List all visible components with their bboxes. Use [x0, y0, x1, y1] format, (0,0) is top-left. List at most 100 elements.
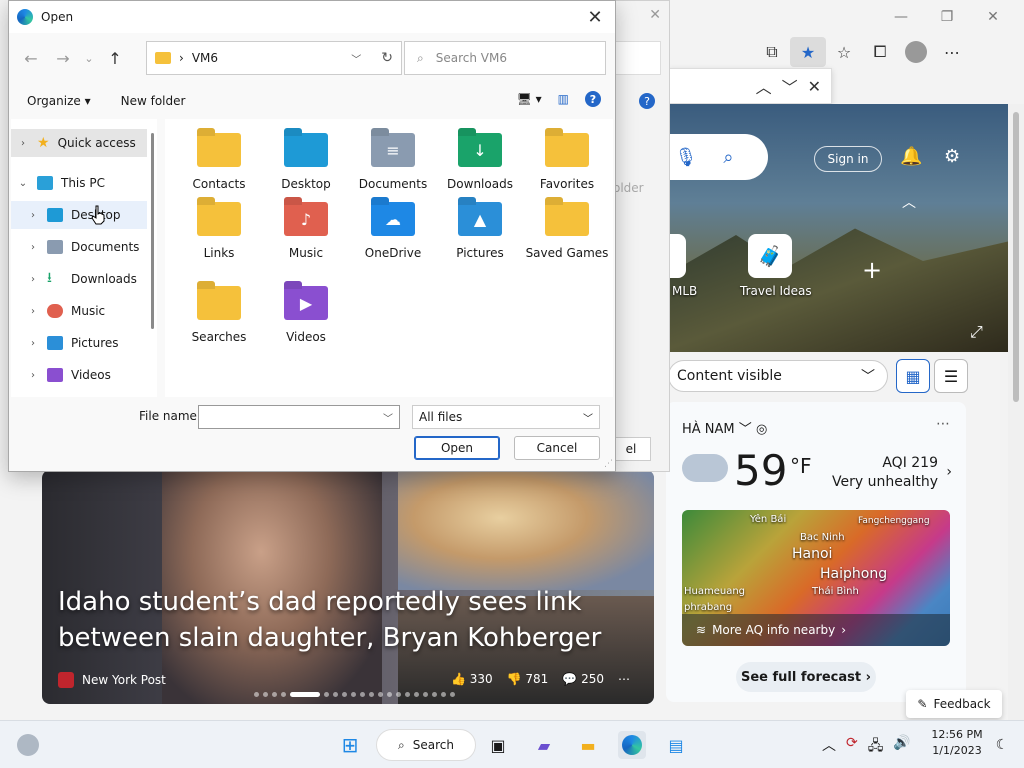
grid-view-button[interactable]: ▦ — [896, 359, 930, 393]
tree-item-pictures[interactable]: › Pictures — [11, 329, 147, 357]
tree-item-videos[interactable]: › Videos — [11, 361, 147, 389]
carousel-dot[interactable] — [342, 692, 347, 697]
carousel-dot[interactable] — [396, 692, 401, 697]
change-view-icon[interactable]: 🖥 ▾ — [517, 92, 542, 106]
weather-location[interactable]: HÀ NAM — [682, 422, 735, 437]
more-options-icon[interactable]: ⋯ — [936, 416, 950, 432]
expand-icon[interactable]: ⤢ — [970, 322, 983, 342]
windows-start-icon[interactable]: ⊞ — [336, 731, 364, 759]
widgets-weather-icon[interactable] — [14, 731, 42, 759]
chevron-down-icon[interactable]: ⌄ — [17, 178, 29, 189]
favorites-icon[interactable]: ☆ — [826, 37, 862, 67]
file-item[interactable]: Favorites — [525, 133, 609, 211]
back-dialog-cancel-button[interactable]: el — [611, 437, 651, 461]
news-card[interactable]: Idaho student’s dad reportedly sees link… — [42, 470, 654, 704]
aqi-summary[interactable]: AQI 219 Very unhealthy — [832, 454, 938, 492]
breadcrumb-vm6[interactable]: VM6 — [192, 51, 343, 65]
close-find-icon[interactable]: ✕ — [808, 77, 821, 96]
sign-in-button[interactable]: Sign in — [814, 146, 882, 172]
chevron-up-icon[interactable]: ︿ — [822, 735, 836, 759]
file-item[interactable]: ▶ Videos — [264, 286, 348, 364]
profile-avatar-icon[interactable] — [898, 37, 934, 67]
search-input[interactable]: ⌕ Search VM6 — [404, 41, 606, 75]
close-icon[interactable]: ✕ — [649, 7, 661, 23]
carousel-dot[interactable] — [387, 692, 392, 697]
chevron-down-icon[interactable]: ﹀ — [351, 51, 361, 66]
sync-alert-icon[interactable]: ⟳ — [846, 735, 858, 759]
file-type-filter-select[interactable]: All files ﹀ — [412, 405, 600, 429]
tree-item-this-pc[interactable]: ⌄ This PC — [11, 169, 147, 197]
close-icon[interactable]: ✕ — [970, 6, 1016, 28]
edge-browser-icon[interactable] — [618, 731, 646, 759]
taskbar-search-button[interactable]: ⌕ Search — [376, 729, 476, 761]
carousel-dot[interactable] — [405, 692, 410, 697]
carousel-dot[interactable] — [414, 692, 419, 697]
taskbar-clock[interactable]: 12:56 PM 1/1/2023 — [928, 727, 986, 759]
up-arrow-icon[interactable]: ↑ — [99, 42, 131, 74]
carousel-dot[interactable] — [254, 692, 259, 697]
settings-gear-icon[interactable]: ⚙ — [944, 146, 960, 167]
carousel-dot[interactable] — [450, 692, 455, 697]
collections-icon[interactable]: ⧠ — [862, 37, 898, 67]
file-name-input[interactable]: ﹀ — [198, 405, 400, 429]
file-item[interactable]: ☁ OneDrive — [351, 202, 435, 280]
add-tile-icon[interactable]: + — [862, 256, 882, 284]
address-bar[interactable]: › VM6 ﹀ ↻ — [146, 41, 402, 75]
file-item[interactable]: ▲ Pictures — [438, 202, 522, 280]
minimize-icon[interactable]: — — [878, 6, 924, 28]
tree-item-desktop[interactable]: › Desktop — [11, 201, 147, 229]
aq-info-link[interactable]: ≋ More AQ info nearby › — [682, 614, 950, 646]
chevron-right-icon[interactable]: › — [27, 306, 39, 317]
air-quality-map[interactable]: Yên Bái Fangchenggang Bac Ninh Hanoi Hai… — [682, 510, 950, 646]
carousel-dot[interactable] — [360, 692, 365, 697]
volume-icon[interactable]: 🔊 — [893, 735, 910, 759]
chevron-right-icon[interactable]: › — [27, 274, 39, 285]
page-scrollbar[interactable] — [1008, 104, 1024, 720]
recent-locations-chevron-icon[interactable]: ⌄ — [79, 42, 99, 74]
microsoft-store-icon[interactable]: ▤ — [662, 731, 690, 759]
tree-item-downloads[interactable]: › ⭳ Downloads — [11, 265, 147, 293]
help-icon[interactable]: ? — [585, 91, 601, 107]
favorite-star-icon[interactable]: ★ — [790, 37, 826, 67]
feedback-button[interactable]: ✎ Feedback — [906, 690, 1002, 718]
tree-item-documents[interactable]: › Documents — [11, 233, 147, 261]
open-button[interactable]: Open — [414, 436, 500, 460]
nav-pane-scrollbar[interactable] — [149, 119, 157, 397]
chevron-down-icon[interactable]: ﹀ — [739, 422, 752, 437]
comments-button[interactable]: 💬 250 — [562, 672, 604, 686]
file-item[interactable]: Links — [177, 202, 261, 280]
chevron-right-icon[interactable]: › — [27, 338, 39, 349]
preview-pane-icon[interactable]: ▥ — [558, 92, 569, 106]
teams-chat-icon[interactable]: ▰ — [530, 731, 558, 759]
column-header[interactable]: older — [613, 181, 669, 201]
like-button[interactable]: 👍 330 — [451, 672, 493, 686]
close-icon[interactable]: ✕ — [583, 7, 607, 28]
chevron-up-icon[interactable]: ︿ — [902, 192, 916, 212]
file-item[interactable]: Desktop — [264, 133, 348, 211]
search-icon[interactable]: ⌕ — [723, 147, 733, 168]
carousel-dot[interactable] — [281, 692, 286, 697]
restore-icon[interactable]: ❐ — [924, 6, 970, 28]
file-item[interactable]: ≡ Documents — [351, 133, 435, 211]
file-item[interactable]: Saved Games — [525, 202, 609, 280]
dislike-button[interactable]: 👎 781 — [507, 672, 549, 686]
microphone-icon[interactable]: 🎙 — [675, 147, 698, 168]
chevron-right-icon[interactable]: › — [946, 464, 952, 480]
more-options-icon[interactable]: ⋯ — [618, 672, 630, 686]
carousel-dot[interactable] — [324, 692, 329, 697]
carousel-dot[interactable] — [378, 692, 383, 697]
help-icon[interactable]: ? — [639, 93, 655, 109]
reading-view-icon[interactable]: ⧉ — [754, 37, 790, 67]
file-item[interactable]: Contacts — [177, 133, 261, 211]
tile-travel-ideas[interactable]: 🧳 — [748, 234, 792, 278]
chevron-right-icon[interactable]: › — [27, 242, 39, 253]
tree-item-quick-access[interactable]: › ★ Quick access — [11, 129, 147, 157]
organize-menu-button[interactable]: Organize ▾ — [27, 94, 91, 108]
carousel-dot[interactable] — [263, 692, 268, 697]
carousel-dot[interactable] — [369, 692, 374, 697]
network-icon[interactable]: 🖧 — [868, 735, 884, 759]
new-folder-button[interactable]: New folder — [121, 94, 186, 108]
carousel-dot[interactable] — [432, 692, 437, 697]
carousel-dot[interactable] — [333, 692, 338, 697]
carousel-dot[interactable] — [351, 692, 356, 697]
